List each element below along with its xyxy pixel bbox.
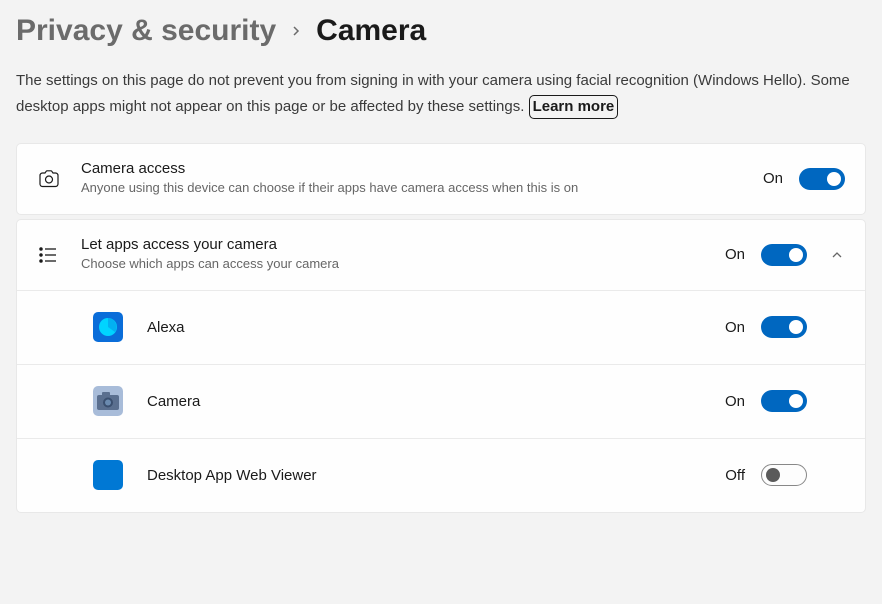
camera-access-card: Camera access Anyone using this device c… bbox=[16, 143, 866, 215]
app-toggle[interactable] bbox=[761, 390, 807, 412]
app-icon bbox=[93, 460, 123, 490]
breadcrumb-parent[interactable]: Privacy & security bbox=[16, 14, 276, 48]
app-icon bbox=[93, 312, 123, 342]
camera-icon bbox=[37, 167, 81, 191]
chevron-up-icon bbox=[829, 248, 845, 262]
app-row: Alexa On bbox=[17, 290, 865, 364]
let-apps-access-state-label: On bbox=[725, 246, 745, 263]
camera-access-subtitle: Anyone using this device can choose if t… bbox=[81, 179, 601, 198]
app-row: Camera On bbox=[17, 364, 865, 438]
let-apps-access-title: Let apps access your camera bbox=[81, 236, 725, 253]
learn-more-link[interactable]: Learn more bbox=[529, 95, 619, 120]
app-state-label: On bbox=[725, 319, 745, 336]
let-apps-access-toggle[interactable] bbox=[761, 244, 807, 266]
app-name-label: Alexa bbox=[147, 319, 725, 336]
page-title: Camera bbox=[316, 14, 426, 48]
app-name-label: Desktop App Web Viewer bbox=[147, 467, 725, 484]
let-apps-access-subtitle: Choose which apps can access your camera bbox=[81, 255, 601, 274]
app-row: Desktop App Web Viewer Off bbox=[17, 438, 865, 512]
let-apps-access-card: Let apps access your camera Choose which… bbox=[16, 219, 866, 513]
app-toggle[interactable] bbox=[761, 316, 807, 338]
camera-access-title: Camera access bbox=[81, 160, 763, 177]
app-state-label: Off bbox=[725, 467, 745, 484]
app-toggle[interactable] bbox=[761, 464, 807, 486]
list-icon bbox=[37, 244, 81, 266]
app-state-label: On bbox=[725, 393, 745, 410]
camera-access-toggle[interactable] bbox=[799, 168, 845, 190]
chevron-right-icon bbox=[290, 21, 302, 42]
app-name-label: Camera bbox=[147, 393, 725, 410]
camera-access-state-label: On bbox=[763, 170, 783, 187]
page-description: The settings on this page do not prevent… bbox=[16, 70, 866, 119]
app-icon bbox=[93, 386, 123, 416]
breadcrumb: Privacy & security Camera bbox=[16, 14, 866, 48]
let-apps-access-header[interactable]: Let apps access your camera Choose which… bbox=[17, 220, 865, 290]
